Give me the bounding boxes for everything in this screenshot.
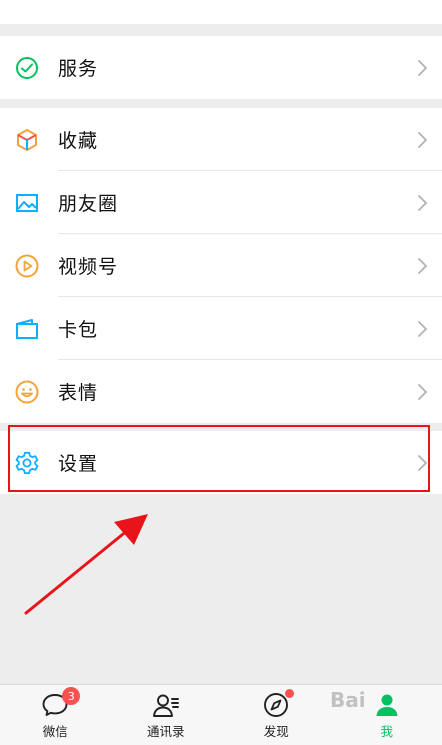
menu-item-stickers[interactable]: 表情: [0, 360, 442, 423]
tab-contacts[interactable]: 通讯录: [111, 685, 222, 745]
bottom-tab-bar: 3 微信 通讯录 发现 我: [0, 684, 442, 745]
chevron-right-icon: [416, 58, 428, 78]
menu-item-label: 视频号: [58, 252, 118, 279]
chevron-right-icon: [416, 319, 428, 339]
menu-item-moments[interactable]: 朋友圈: [0, 171, 442, 234]
card-wallet-icon: [14, 316, 40, 342]
menu-item-channels[interactable]: 视频号: [0, 234, 442, 297]
menu-item-label: 收藏: [58, 126, 98, 153]
main-group: 收藏 朋友圈 视频号 卡包 表情: [0, 108, 442, 423]
contacts-icon: [151, 691, 181, 719]
favorites-icon: [14, 127, 40, 153]
watermark-logo: Bai: [330, 688, 366, 712]
moments-icon: [14, 190, 40, 216]
tab-label: 发现: [264, 721, 289, 740]
tab-discover[interactable]: 发现: [221, 685, 332, 745]
channels-icon: [14, 253, 40, 279]
sticker-icon: [14, 379, 40, 405]
menu-item-label: 表情: [58, 378, 98, 405]
menu-item-favorites[interactable]: 收藏: [0, 108, 442, 171]
menu-item-label: 朋友圈: [58, 189, 118, 216]
chevron-right-icon: [416, 256, 428, 276]
tab-chats[interactable]: 3 微信: [0, 685, 111, 745]
chevron-right-icon: [416, 382, 428, 402]
me-icon: [372, 691, 402, 719]
unread-badge: 3: [62, 687, 80, 705]
chevron-right-icon: [416, 130, 428, 150]
tab-label: 通讯录: [147, 721, 185, 740]
menu-item-card-wallet[interactable]: 卡包: [0, 297, 442, 360]
top-header-area: [0, 0, 442, 24]
chat-icon: 3: [40, 691, 70, 719]
notification-dot: [285, 689, 294, 698]
tab-label: 我: [380, 721, 393, 740]
service-group: 服务: [0, 36, 442, 99]
tab-label: 微信: [43, 721, 68, 740]
highlight-box: [8, 425, 430, 492]
chevron-right-icon: [416, 193, 428, 213]
menu-item-label: 卡包: [58, 315, 98, 342]
service-icon: [14, 55, 40, 81]
menu-item-label: 服务: [58, 54, 98, 81]
menu-item-service[interactable]: 服务: [0, 36, 442, 99]
discover-icon: [261, 691, 291, 719]
